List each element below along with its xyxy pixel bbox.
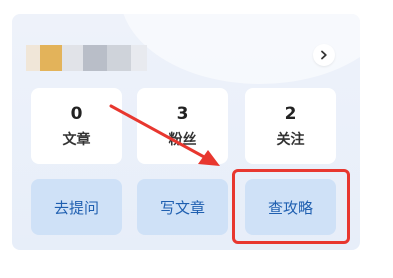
chevron-right-icon	[319, 50, 329, 60]
stat-value: 3	[176, 104, 189, 124]
avatar-pixel	[131, 45, 147, 71]
profile-more-button[interactable]	[313, 44, 335, 66]
ask-question-button[interactable]: 去提问	[31, 179, 122, 235]
avatar[interactable]	[26, 45, 147, 71]
stat-followers[interactable]: 3 粉丝	[137, 88, 228, 164]
stat-value: 0	[70, 104, 83, 124]
stat-label: 关注	[276, 132, 305, 148]
avatar-pixel	[83, 45, 107, 71]
profile-card: 0 文章 3 粉丝 2 关注 去提问 写文章 查攻略	[12, 14, 360, 250]
stat-label: 文章	[62, 132, 91, 148]
avatar-pixel	[62, 45, 83, 71]
avatar-pixel	[26, 45, 40, 71]
stat-value: 2	[284, 104, 297, 124]
write-article-button[interactable]: 写文章	[137, 179, 228, 235]
screenshot-stage: 0 文章 3 粉丝 2 关注 去提问 写文章 查攻略	[0, 0, 393, 278]
stat-label: 粉丝	[168, 132, 197, 148]
stat-articles[interactable]: 0 文章	[31, 88, 122, 164]
avatar-pixel	[107, 45, 131, 71]
avatar-pixel	[40, 45, 62, 71]
view-guide-button[interactable]: 查攻略	[245, 179, 336, 235]
stat-following[interactable]: 2 关注	[245, 88, 336, 164]
